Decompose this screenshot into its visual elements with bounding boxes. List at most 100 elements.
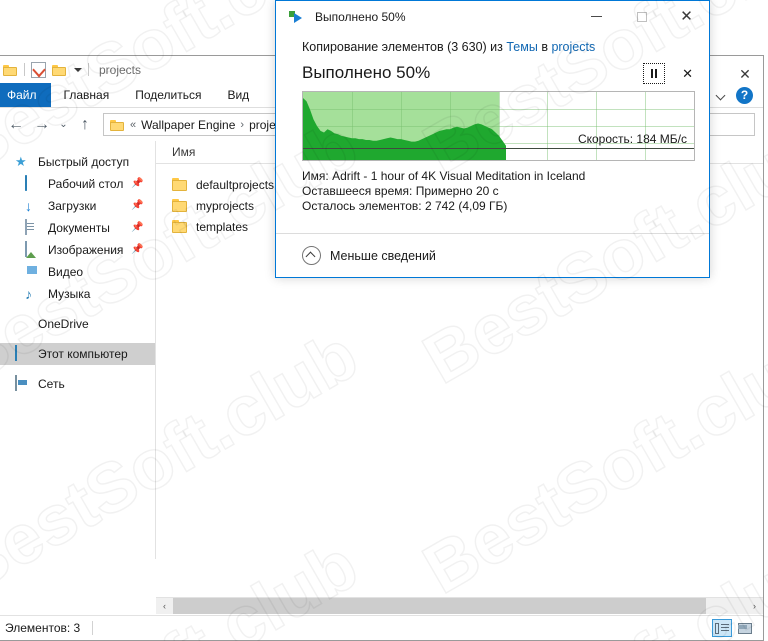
window-title: projects — [99, 62, 142, 77]
properties-icon[interactable] — [31, 61, 46, 78]
sidebar-item-label: Документы — [48, 221, 110, 235]
tab-share[interactable]: Поделиться — [122, 83, 214, 107]
copy-destination-link[interactable]: projects — [551, 40, 595, 54]
sidebar-item-label: Быстрый доступ — [38, 155, 130, 169]
progress-percent-label: Выполнено 50% — [302, 63, 431, 82]
transfer-details: Имя: Adrift - 1 hour of 4K Visual Medita… — [302, 169, 695, 214]
this-pc-icon — [15, 345, 31, 362]
forward-icon[interactable]: → — [29, 113, 55, 137]
file-name: templates — [196, 219, 249, 234]
sidebar-item-label: Изображения — [48, 243, 124, 257]
dialog-title: Выполнено 50% — [315, 9, 406, 24]
detail-key: Осталось элементов: — [302, 199, 422, 213]
folder-icon — [172, 198, 188, 213]
details-view-icon[interactable] — [712, 619, 732, 637]
breadcrumb-item-0[interactable]: Wallpaper Engine — [141, 118, 235, 132]
sidebar-item-downloads[interactable]: ↓ Загрузки 📌 — [0, 195, 155, 217]
sidebar-item-label: Сеть — [38, 377, 65, 391]
sidebar-item-label: Музыка — [48, 287, 91, 301]
folder-icon[interactable] — [3, 64, 18, 76]
sidebar-item-desktop[interactable]: Рабочий стол 📌 — [0, 173, 155, 195]
up-icon[interactable]: ↑ — [72, 113, 98, 137]
chevron-up-circle-icon[interactable] — [302, 246, 321, 265]
view-mode-buttons — [712, 619, 755, 637]
speed-label: Скорость: 184 МБ/с — [577, 132, 687, 146]
cancel-button[interactable]: ✕ — [682, 67, 693, 80]
tab-view[interactable]: Вид — [214, 83, 262, 107]
dialog-title-bar[interactable]: Выполнено 50% ✕ — [276, 1, 709, 32]
detail-name-row: Имя: Adrift - 1 hour of 4K Visual Medita… — [302, 169, 695, 184]
pin-icon: 📌 — [131, 222, 144, 233]
toolbar-divider — [24, 63, 25, 76]
speed-trace — [303, 98, 506, 160]
navigation-pane: ★ Быстрый доступ Рабочий стол 📌 ↓ Загруз… — [0, 141, 156, 559]
sidebar-item-label: Видео — [48, 265, 84, 279]
sidebar-item-label: Этот компьютер — [38, 347, 128, 361]
cloud-icon — [15, 316, 31, 332]
video-icon — [25, 264, 41, 280]
sidebar-item-quick-access[interactable]: ★ Быстрый доступ — [0, 151, 155, 173]
sidebar-item-label: Рабочий стол — [48, 177, 124, 191]
sidebar-item-pictures[interactable]: Изображения 📌 — [0, 239, 155, 261]
pin-icon: 📌 — [131, 244, 144, 255]
download-icon: ↓ — [25, 198, 32, 214]
new-folder-icon[interactable] — [52, 64, 67, 76]
file-name: defaultprojects — [196, 177, 275, 192]
sidebar-item-music[interactable]: ♪ Музыка — [0, 283, 155, 305]
folder-icon — [172, 219, 188, 234]
scrollbar-thumb[interactable] — [173, 598, 706, 614]
pause-button[interactable] — [643, 62, 666, 84]
back-icon[interactable]: ← — [3, 113, 29, 137]
breadcrumb-overflow[interactable]: « — [130, 119, 136, 131]
status-bar: Элементов: 3 — [0, 615, 763, 640]
scroll-right-icon[interactable]: › — [746, 598, 763, 614]
sidebar-item-video[interactable]: Видео — [0, 261, 155, 283]
address-folder-icon — [110, 119, 125, 131]
tiles-view-icon[interactable] — [735, 619, 755, 637]
dialog-footer[interactable]: Меньше сведений — [276, 233, 709, 277]
horizontal-scrollbar[interactable]: ‹ › — [156, 597, 763, 614]
expand-ribbon-icon[interactable] — [716, 90, 727, 101]
toolbar-divider-2 — [88, 63, 89, 76]
dialog-window-buttons: ✕ — [574, 1, 709, 32]
folder-icon — [172, 177, 188, 192]
speed-graph: Скорость: 184 МБ/с — [302, 91, 695, 161]
detail-value: Примерно 20 с — [415, 184, 499, 198]
tab-file[interactable]: Файл — [0, 83, 51, 107]
transfer-controls: ✕ — [643, 62, 695, 84]
minimize-button[interactable] — [574, 1, 619, 32]
tab-home[interactable]: Главная — [51, 83, 123, 107]
sidebar-item-onedrive[interactable]: OneDrive — [0, 313, 155, 335]
screen-root: projects Файл Главная Поделиться Вид ? ←… — [0, 0, 768, 641]
detail-value: 2 742 (4,09 ГБ) — [424, 199, 508, 213]
scrollbar-track[interactable] — [173, 598, 746, 614]
file-name: myprojects — [196, 198, 255, 213]
copy-icon — [289, 10, 306, 23]
close-button[interactable]: ✕ — [664, 1, 709, 32]
desktop-icon — [25, 175, 41, 192]
detail-key: Имя: — [302, 169, 329, 183]
maximize-button[interactable] — [619, 1, 664, 32]
sidebar-item-this-pc[interactable]: Этот компьютер — [0, 343, 155, 365]
pin-icon: 📌 — [131, 178, 144, 189]
scroll-left-icon[interactable]: ‹ — [156, 598, 173, 614]
sidebar-item-network[interactable]: Сеть — [0, 373, 155, 395]
star-icon: ★ — [15, 154, 27, 169]
sidebar-item-label: Загрузки — [48, 199, 97, 213]
copy-description: Копирование элементов (3 630) из Темы в … — [302, 40, 695, 54]
music-icon: ♪ — [25, 286, 32, 302]
detail-remaining-row: Осталось элементов: 2 742 (4,09 ГБ) — [302, 199, 695, 214]
less-details-label[interactable]: Меньше сведений — [330, 249, 436, 263]
recent-locations-icon[interactable]: ⌄ — [55, 113, 72, 137]
help-button[interactable]: ? — [736, 86, 753, 104]
detail-value: Adrift - 1 hour of 4K Visual Meditation … — [332, 169, 586, 183]
copy-prefix: Копирование элементов (3 630) из — [302, 40, 507, 54]
copy-source-link[interactable]: Темы — [506, 40, 537, 54]
copy-middle: в — [537, 40, 552, 54]
customize-toolbar-icon[interactable] — [74, 67, 82, 72]
sidebar-item-documents[interactable]: Документы 📌 — [0, 217, 155, 239]
explorer-close-icon[interactable]: ✕ — [728, 62, 762, 86]
